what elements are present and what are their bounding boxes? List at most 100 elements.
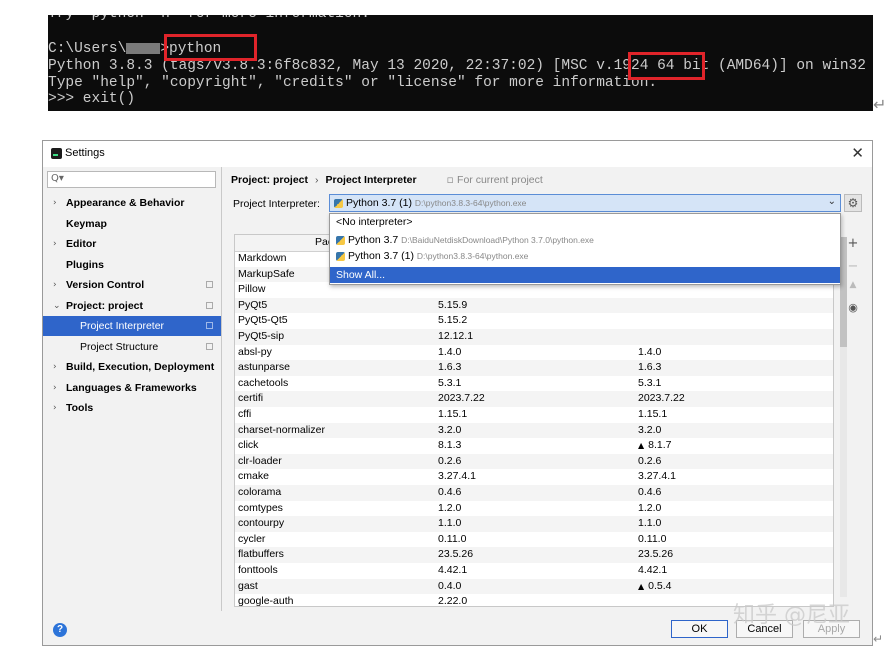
add-package-icon[interactable]: + — [846, 236, 860, 251]
python-icon — [336, 251, 345, 261]
pycharm-app-icon — [51, 148, 62, 159]
latest-version-text: 8.1.7 — [648, 439, 672, 452]
package-version: 1.6.3 — [438, 361, 462, 374]
sidebar-item-editor[interactable]: › Editor — [43, 234, 221, 254]
dropdown-option-no-interpreter[interactable]: <No interpreter> — [330, 214, 840, 230]
breadcrumb-root[interactable]: Project: project — [231, 174, 308, 186]
scrollbar-thumb[interactable] — [840, 237, 847, 347]
package-version: 2023.7.22 — [438, 392, 485, 405]
copy-icon: ▫ — [446, 174, 458, 186]
sidebar-item-project-structure[interactable]: Project Structure — [43, 337, 221, 357]
package-version: 1.4.0 — [438, 345, 462, 358]
table-row[interactable]: flatbuffers 23.5.26 23.5.26 — [235, 547, 833, 563]
table-row[interactable]: click 8.1.3 ▲ 8.1.7 — [235, 438, 833, 454]
search-icon: Q▾ — [51, 173, 64, 184]
package-version: 1.1.0 — [438, 517, 462, 530]
project-scope-icon — [206, 343, 213, 350]
packages-table: Pac Markdown MarkupSafe Pillow PyQt5 5.15.9 P… — [234, 234, 834, 607]
package-name: charset-normalizer — [238, 423, 325, 436]
package-version: 8.1.3 — [438, 439, 462, 452]
interpreter-label: Project Interpreter: — [233, 198, 320, 210]
sidebar-item-languages[interactable]: › Languages & Frameworks — [43, 378, 221, 398]
gear-icon[interactable]: ⚙ — [844, 194, 862, 212]
table-row[interactable]: cmake 3.27.4.1 3.27.4.1 — [235, 469, 833, 485]
ok-button[interactable]: OK — [671, 620, 728, 638]
package-latest: 1.15.1 — [638, 408, 668, 420]
package-name: cffi — [238, 408, 252, 420]
close-icon[interactable]: ✕ — [851, 144, 864, 162]
redacted-username — [126, 42, 161, 54]
package-version: 5.15.9 — [438, 298, 468, 311]
chevron-right-icon: › — [53, 280, 57, 290]
remove-package-icon[interactable]: − — [846, 259, 860, 274]
table-row[interactable]: contourpy 1.1.0 1.1.0 — [235, 516, 833, 532]
package-version: 12.12.1 — [438, 330, 474, 342]
chevron-right-icon: › — [53, 383, 57, 393]
dialog-titlebar: Settings ✕ — [43, 141, 872, 167]
table-row[interactable]: PyQt5-sip 12.12.1 — [235, 329, 833, 345]
package-latest: 0.4.6 — [638, 486, 662, 498]
package-version: 2.22.0 — [438, 595, 468, 607]
highlight-box-python-command — [164, 34, 257, 61]
package-latest: 1.2.0 — [638, 501, 662, 514]
sidebar-item-appearance[interactable]: › Appearance & Behavior — [43, 193, 221, 213]
dropdown-option-python37-1[interactable]: Python 3.7 (1) D:\python3.8.3-64\python.… — [330, 248, 840, 264]
package-name: PyQt5-sip — [238, 330, 285, 342]
table-row[interactable]: comtypes 1.2.0 1.2.0 — [235, 501, 833, 517]
table-row[interactable]: fonttools 4.42.1 4.42.1 — [235, 563, 833, 579]
option-path: D:\python3.8.3-64\python.exe — [416, 251, 529, 261]
python-icon — [334, 198, 343, 208]
return-icon: ↵ — [873, 95, 887, 114]
breadcrumb: Project: project › Project Interpreter ▫ Fo… — [231, 174, 543, 186]
interpreter-path: D:\python3.8.3-64\python.exe — [414, 198, 527, 208]
dialog-title: Settings — [65, 147, 105, 159]
package-name: PyQt5-Qt5 — [238, 314, 288, 327]
package-latest: ▲ 8.1.7 — [638, 438, 672, 454]
table-row[interactable]: certifi 2023.7.22 2023.7.22 — [235, 391, 833, 407]
package-version: 4.42.1 — [438, 564, 468, 576]
sidebar-item-keymap[interactable]: Keymap — [43, 214, 221, 234]
table-row[interactable]: PyQt5 5.15.9 — [235, 297, 833, 314]
package-latest: 3.27.4.1 — [638, 470, 676, 483]
upgrade-package-icon[interactable]: ▲ — [846, 280, 860, 290]
table-row[interactable]: astunparse 1.6.3 1.6.3 — [235, 360, 833, 376]
table-row[interactable]: PyQt5-Qt5 5.15.2 — [235, 313, 833, 329]
table-row[interactable]: clr-loader 0.2.6 0.2.6 — [235, 453, 833, 470]
package-version: 5.15.2 — [438, 314, 468, 327]
settings-content: Project: project › Project Interpreter ▫ Fo… — [222, 167, 872, 611]
chevron-down-icon: ⌄ — [827, 196, 836, 207]
table-scrollbar[interactable] — [840, 237, 847, 597]
terminal-prompt-path: C:\Users\ — [48, 41, 127, 57]
scope-note: ▫ For current project — [447, 174, 543, 186]
table-row[interactable]: cycler 0.11.0 0.11.0 — [235, 532, 833, 548]
dropdown-option-python37[interactable]: Python 3.7 D:\BaiduNetdiskDownload\Pytho… — [330, 232, 840, 248]
help-icon[interactable]: ? — [53, 623, 67, 637]
project-scope-icon — [206, 302, 213, 309]
table-row[interactable]: gast 0.4.0 ▲ 0.5.4 — [235, 578, 833, 595]
package-name: PyQt5 — [238, 298, 268, 311]
package-name: astunparse — [238, 361, 290, 374]
table-row[interactable]: cffi 1.15.1 1.15.1 — [235, 407, 833, 423]
dropdown-option-show-all[interactable]: Show All... — [330, 267, 840, 283]
sidebar-item-project-interpreter[interactable]: Project Interpreter — [43, 316, 221, 336]
settings-dialog: Settings ✕ Q▾ › Appearance & Behavior Key… — [42, 140, 873, 646]
platform-text: (AMD64)] on win32 — [709, 58, 866, 74]
package-latest: 5.3.1 — [638, 376, 662, 389]
sidebar-item-tools[interactable]: › Tools — [43, 398, 221, 418]
interpreter-name: Python 3.7 (1) — [346, 197, 412, 209]
sidebar-item-project[interactable]: ⌄ Project: project — [43, 296, 221, 316]
table-row[interactable]: absl-py 1.4.0 1.4.0 — [235, 345, 833, 361]
settings-search-input[interactable]: Q▾ — [47, 171, 216, 188]
sidebar-item-plugins[interactable]: Plugins — [43, 255, 221, 275]
sidebar-item-build[interactable]: › Build, Execution, Deployment — [43, 357, 221, 377]
package-name: absl-py — [238, 345, 272, 358]
table-row[interactable]: charset-normalizer 3.2.0 3.2.0 — [235, 422, 833, 439]
table-row[interactable]: cachetools 5.3.1 5.3.1 — [235, 376, 833, 392]
interpreter-select[interactable]: Python 3.7 (1) D:\python3.8.3-64\python.… — [329, 194, 841, 212]
scope-note-text: For current project — [457, 174, 543, 186]
sidebar-item-version-control[interactable]: › Version Control — [43, 275, 221, 295]
package-version: 0.4.0 — [438, 579, 462, 592]
eye-icon[interactable]: ◉ — [846, 301, 860, 314]
package-name: Pillow — [238, 283, 266, 296]
table-row[interactable]: colorama 0.4.6 0.4.6 — [235, 485, 833, 501]
